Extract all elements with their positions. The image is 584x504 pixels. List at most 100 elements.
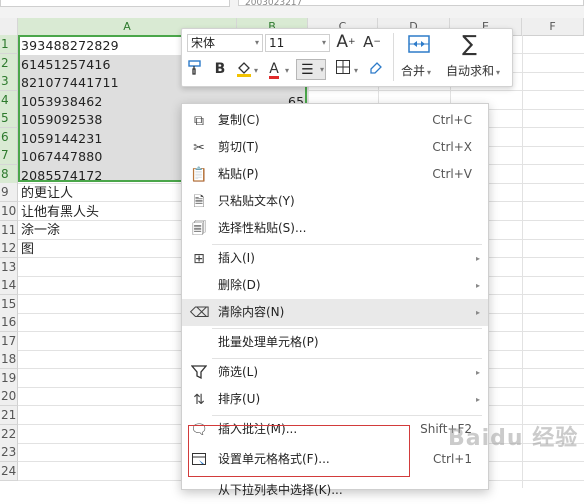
menu-item-paste[interactable]: 📋 粘贴(P) Ctrl+V [182, 161, 488, 188]
highlight-box [188, 425, 410, 477]
mini-toolbar: 宋体 ▾ 11 ▾ A+ A− 合并 ▾ ∑ 自动求和 ▾ B ▾ A ▾ ☰ ▾ … [181, 28, 513, 87]
chevron-down-icon: ▾ [427, 68, 432, 77]
row-header[interactable]: 6 [0, 128, 18, 147]
chevron-down-icon: ▾ [254, 38, 259, 47]
minus-icon: − [373, 37, 381, 47]
cell-a12[interactable]: 图 [21, 240, 34, 259]
menu-item-sort[interactable]: ⇅ 排序(U) ▸ [182, 386, 488, 413]
row-header[interactable]: 2 [0, 54, 18, 73]
format-painter-button[interactable] [185, 59, 205, 79]
menu-item-delete[interactable]: 删除(D) ▸ [182, 272, 488, 299]
watermark: Baidu 经验 [448, 426, 579, 451]
fill-color-button[interactable] [234, 59, 254, 79]
font-size-value: 11 [269, 36, 285, 50]
name-box[interactable] [0, 0, 230, 7]
row-header[interactable]: 3 [0, 72, 18, 91]
formula-bar[interactable]: 2003023217 [238, 0, 584, 6]
chevron-down-icon[interactable]: ▾ [354, 66, 358, 75]
row-header[interactable]: 23 [0, 443, 18, 462]
autosum-button[interactable]: 自动求和 ▾ [446, 62, 500, 79]
row-header[interactable]: 8 [0, 165, 18, 184]
cell-a10[interactable]: 让他有黑人头 [21, 203, 99, 222]
row-header[interactable]: 13 [0, 258, 18, 277]
row-header[interactable]: 5 [0, 109, 18, 128]
row-header[interactable]: 15 [0, 295, 18, 314]
borders-button[interactable] [333, 59, 353, 79]
menu-item-label: 只粘贴文本(Y) [218, 194, 295, 208]
chevron-down-icon: ▾ [321, 38, 326, 47]
font-size-select[interactable]: 11 ▾ [265, 34, 330, 52]
row-header[interactable]: 1 [0, 35, 18, 54]
menu-item-label: 筛选(L) [218, 365, 259, 379]
chevron-right-icon: ▸ [475, 368, 480, 377]
scissors-icon: ✂ [193, 140, 205, 156]
clipboard-icon: 📋 [190, 167, 208, 183]
row-header[interactable]: 17 [0, 332, 18, 351]
row-header[interactable]: 24 [0, 462, 18, 481]
eraser-icon [370, 62, 382, 74]
menu-item-label: 排序(U) [218, 392, 261, 406]
chevron-right-icon: ▸ [475, 254, 480, 263]
row-header[interactable]: 12 [0, 239, 18, 258]
paste-special-icon: 🗐 [192, 221, 206, 237]
increase-font-button[interactable]: A+ [336, 32, 356, 52]
shortcut-text: Ctrl+C [432, 113, 472, 127]
paste-text-icon: 🗎 [193, 194, 205, 210]
font-name-value: 宋体 [191, 36, 216, 50]
chevron-right-icon: ▸ [475, 308, 480, 317]
merge-icon[interactable] [402, 33, 436, 55]
menu-item-cut[interactable]: ✂ 剪切(T) Ctrl+X [182, 134, 488, 161]
menu-item-copy[interactable]: ⧉ 复制(C) Ctrl+C [182, 107, 488, 134]
column-header-f[interactable]: F [522, 18, 584, 35]
chevron-right-icon: ▸ [475, 281, 480, 290]
eraser-icon: ⌫ [190, 305, 210, 321]
row-header[interactable]: 21 [0, 406, 18, 425]
row-header[interactable]: 14 [0, 276, 18, 295]
cell-a11[interactable]: 涂一涂 [21, 221, 60, 240]
menu-item-batch-process[interactable]: 批量处理单元格(P) [182, 329, 488, 356]
menu-item-pick-from-dropdown[interactable]: 从下拉列表中选择(K)... [182, 477, 488, 504]
align-button[interactable]: ☰ ▾ [296, 59, 326, 80]
decrease-font-button[interactable]: A− [362, 32, 382, 52]
chevron-down-icon[interactable]: ▾ [285, 66, 289, 75]
menu-item-clear-contents[interactable]: ⌫ 清除内容(N) ▸ [182, 299, 488, 326]
bold-button[interactable]: B [210, 59, 230, 79]
clear-format-button[interactable] [366, 59, 386, 79]
menu-item-label: 从下拉列表中选择(K)... [218, 483, 343, 497]
menu-item-label: 删除(D) [218, 278, 261, 292]
row-header[interactable]: 20 [0, 387, 18, 406]
divider [393, 33, 394, 81]
menu-item-label: 复制(C) [218, 113, 260, 127]
sort-icon: ⇅ [193, 392, 205, 408]
row-header[interactable]: 19 [0, 369, 18, 388]
menu-item-insert[interactable]: ⊞ 插入(I) ▸ [182, 245, 488, 272]
paint-bucket-icon [237, 62, 251, 77]
sigma-icon[interactable]: ∑ [462, 32, 477, 57]
row-header[interactable]: 7 [0, 146, 18, 165]
font-color-button[interactable]: A [264, 59, 284, 79]
menu-item-label: 粘贴(P) [218, 167, 259, 181]
row-header[interactable]: 18 [0, 350, 18, 369]
format-painter-icon [188, 60, 201, 75]
row-header[interactable]: 22 [0, 425, 18, 444]
chevron-right-icon: ▸ [475, 395, 480, 404]
menu-item-paste-text[interactable]: 🗎 只粘贴文本(Y) [182, 188, 488, 215]
menu-item-label: 插入(I) [218, 251, 255, 265]
align-center-icon: ☰ [301, 62, 314, 78]
font-name-select[interactable]: 宋体 ▾ [187, 34, 263, 52]
merge-button[interactable]: 合并 ▾ [401, 62, 431, 79]
row-header[interactable]: 4 [0, 91, 18, 110]
cell-a9[interactable]: 的更让人 [21, 184, 73, 203]
row-header[interactable]: 11 [0, 221, 18, 240]
menu-item-paste-special[interactable]: 🗐 选择性粘贴(S)... [182, 215, 488, 242]
select-all-corner[interactable] [0, 18, 18, 35]
row-header[interactable]: 9 [0, 183, 18, 202]
chevron-down-icon[interactable]: ▾ [254, 66, 258, 75]
menu-item-filter[interactable]: 筛选(L) ▸ [182, 359, 488, 386]
menu-item-label: 批量处理单元格(P) [218, 335, 319, 349]
chevron-down-icon: ▾ [496, 68, 501, 77]
row-header[interactable]: 16 [0, 313, 18, 332]
row-header[interactable]: 10 [0, 202, 18, 221]
shortcut-text: Ctrl+X [432, 140, 472, 154]
plus-icon: + [348, 37, 356, 47]
